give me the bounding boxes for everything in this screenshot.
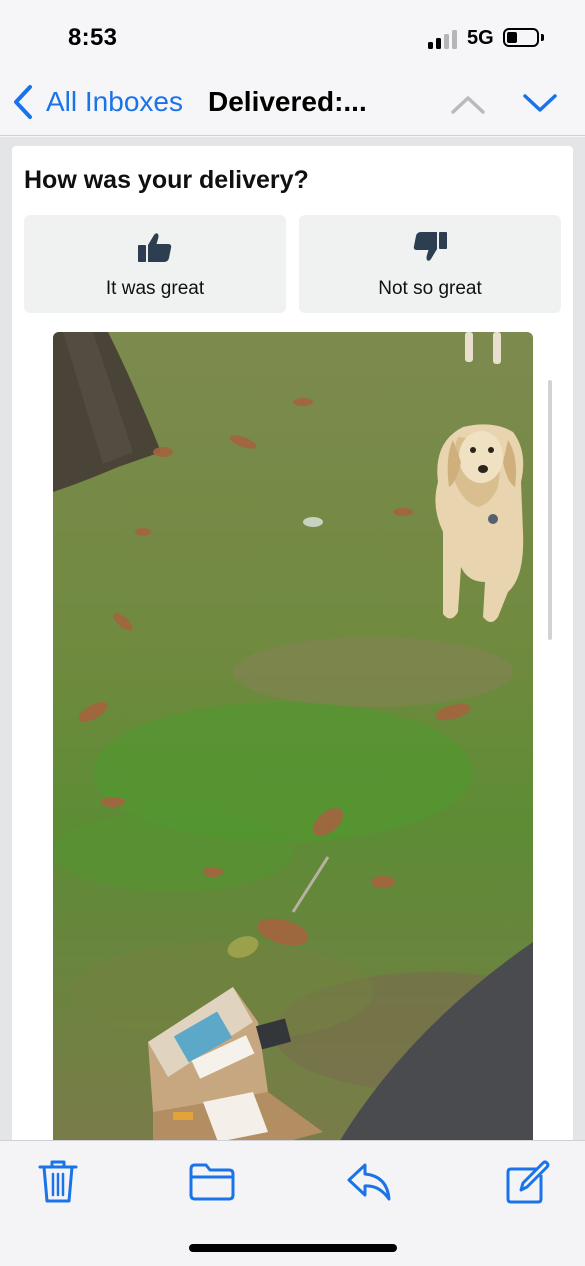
cellular-signal-icon [428, 29, 458, 49]
delivery-photo-image [53, 332, 533, 1146]
mail-screen: 8:53 5G All Inboxes Delivered:... How wa… [0, 0, 585, 1266]
it-was-great-label: It was great [105, 278, 205, 299]
chevron-down-icon [523, 94, 557, 112]
delivery-survey-title: How was your delivery? [24, 166, 309, 194]
not-so-great-button[interactable]: Not so great [299, 215, 561, 313]
chevron-up-icon [451, 96, 485, 114]
status-bar: 8:53 5G [0, 0, 585, 70]
delivery-photo [53, 332, 533, 1146]
message-subject: Delivered:... [208, 86, 367, 117]
scroll-indicator[interactable] [548, 380, 552, 640]
status-time: 8:53 [68, 24, 118, 51]
back-label: All Inboxes [46, 86, 183, 117]
thumbs-up-icon [138, 233, 172, 262]
network-type: 5G [467, 27, 494, 49]
back-button[interactable]: All Inboxes [10, 82, 183, 122]
compose-icon [506, 1160, 550, 1204]
battery-icon [503, 28, 539, 47]
thumbs-down-icon [413, 232, 447, 261]
home-indicator[interactable] [189, 1244, 397, 1252]
reply-button[interactable] [345, 1157, 393, 1205]
navigation-bar: All Inboxes Delivered:... [0, 70, 585, 136]
not-so-great-label: Not so great [378, 278, 482, 299]
it-was-great-button[interactable]: It was great [24, 215, 286, 313]
reply-icon [347, 1163, 391, 1201]
compose-button[interactable] [503, 1157, 551, 1205]
trash-icon [38, 1160, 78, 1203]
move-to-folder-button[interactable] [188, 1157, 236, 1205]
chevron-left-icon [14, 85, 32, 119]
previous-message-button[interactable] [448, 88, 488, 118]
folder-icon [189, 1163, 235, 1201]
battery-cap [541, 34, 544, 41]
message-body[interactable]: How was your delivery? It was great Not … [12, 146, 573, 1146]
trash-button[interactable] [34, 1157, 82, 1205]
next-message-button[interactable] [520, 88, 560, 118]
